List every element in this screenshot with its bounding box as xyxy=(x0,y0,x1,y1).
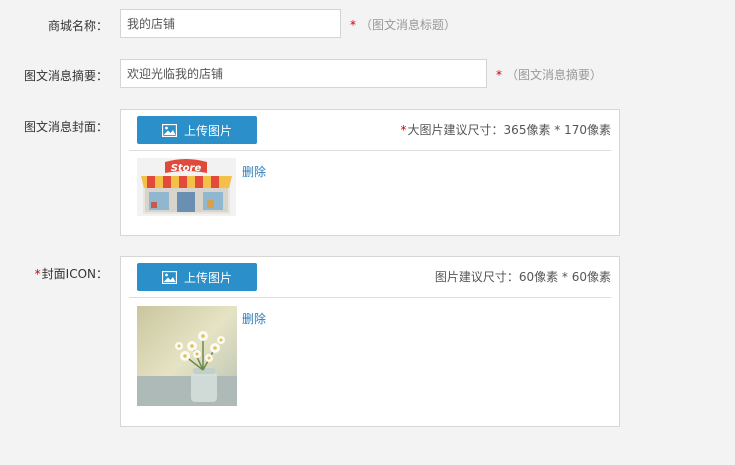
cover-divider xyxy=(129,150,611,151)
icon-divider xyxy=(129,297,611,298)
cover-label: 图文消息封面： xyxy=(23,120,108,134)
icon-upload-panel: 上传图片 图片建议尺寸：60像素 * 60像素 删除 xyxy=(120,256,620,427)
cover-thumbnail: Store xyxy=(137,158,236,216)
icon-thumbnail xyxy=(137,306,237,406)
icon-upload-label: 上传图片 xyxy=(183,270,232,285)
shop-name-label: 商城名称： xyxy=(47,19,108,33)
cover-upload-panel: 上传图片 *大图片建议尺寸：365像素 * 170像素 Store 删除 xyxy=(120,109,620,236)
icon-size-hint: 图片建议尺寸：60像素 * 60像素 xyxy=(434,270,611,284)
cover-size-hint: *大图片建议尺寸：365像素 * 170像素 xyxy=(401,121,611,138)
cover-size-hint-text: 大图片建议尺寸：365像素 * 170像素 xyxy=(407,123,611,137)
cover-image-sign: Store xyxy=(171,163,202,174)
icon-delete-link[interactable]: 删除 xyxy=(242,310,266,327)
icon-label: *封面ICON： xyxy=(0,265,108,282)
summary-hint: * （图文消息摘要） xyxy=(496,66,602,83)
image-icon xyxy=(161,270,177,284)
summary-hint-text: （图文消息摘要） xyxy=(506,68,603,82)
required-mark: * xyxy=(350,18,356,32)
required-mark: * xyxy=(34,267,41,281)
image-icon xyxy=(161,123,177,137)
cover-delete-link[interactable]: 删除 xyxy=(242,163,266,180)
summary-input[interactable] xyxy=(120,59,487,88)
cover-upload-button[interactable]: 上传图片 xyxy=(137,116,257,144)
summary-label: 图文消息摘要： xyxy=(23,69,108,83)
shop-name-hint: * （图文消息标题） xyxy=(350,16,456,33)
required-mark: * xyxy=(496,68,502,82)
icon-upload-button[interactable]: 上传图片 xyxy=(137,263,257,291)
shop-name-input[interactable] xyxy=(120,9,341,38)
shop-name-hint-text: （图文消息标题） xyxy=(360,18,457,32)
icon-label-text: 封面ICON： xyxy=(41,267,108,281)
cover-upload-label: 上传图片 xyxy=(183,123,232,138)
required-mark: * xyxy=(400,123,407,137)
